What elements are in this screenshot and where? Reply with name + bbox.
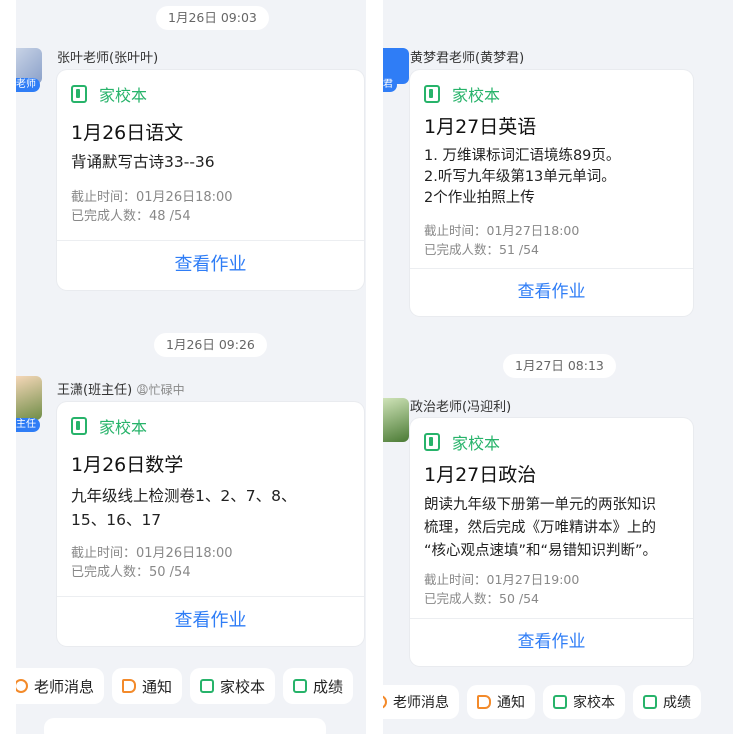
avatar[interactable]: 主任 bbox=[16, 376, 42, 432]
completed-count: 已完成人数：50 /54 bbox=[71, 565, 191, 580]
card-header: 家校本 bbox=[71, 414, 147, 438]
completed-count: 已完成人数：48 /54 bbox=[71, 209, 191, 224]
avatar[interactable]: 老师 bbox=[16, 48, 42, 92]
homework-body: 九年级线上检测卷1、2、7、8、 15、16、17 bbox=[71, 487, 297, 529]
avatar[interactable] bbox=[383, 398, 409, 442]
notice-icon bbox=[477, 695, 491, 709]
message-input[interactable] bbox=[44, 718, 326, 734]
homework-card[interactable]: 家校本 1月27日英语 1. 万维课标词汇语境练89页。 2.听写九年级第13单… bbox=[410, 70, 693, 316]
completed-count: 已完成人数：50 /54 bbox=[424, 591, 539, 606]
homework-book-icon bbox=[71, 417, 87, 435]
homework-body: 背诵默写古诗33--36 bbox=[71, 153, 215, 171]
deadline: 截止时间：01月26日18:00 bbox=[71, 190, 233, 205]
view-homework-button[interactable]: 查看作业 bbox=[57, 240, 364, 290]
deadline: 截止时间：01月26日18:00 bbox=[71, 546, 233, 561]
grade-icon bbox=[293, 679, 308, 693]
message-icon bbox=[16, 679, 28, 693]
busy-status: 😩忙碌中 bbox=[136, 383, 185, 397]
homework-button[interactable]: 家校本 bbox=[543, 685, 625, 719]
grade-button[interactable]: 成绩 bbox=[283, 668, 354, 704]
quick-toolbar: 老师消息 通知 家校本 成绩 bbox=[16, 668, 354, 704]
homework-title: 1月26日数学 bbox=[71, 454, 184, 476]
homework-card[interactable]: 家校本 1月26日数学 九年级线上检测卷1、2、7、8、 15、16、17 截止… bbox=[57, 402, 364, 646]
homework-title: 1月27日英语 bbox=[424, 116, 537, 138]
view-homework-button[interactable]: 查看作业 bbox=[410, 268, 693, 316]
grade-icon bbox=[643, 695, 657, 709]
sender-name: 张叶老师(张叶叶) bbox=[57, 51, 159, 66]
homework-icon bbox=[553, 695, 567, 709]
sender-name: 政治老师(冯迎利) bbox=[410, 400, 512, 415]
notice-icon bbox=[122, 679, 137, 693]
teacher-message-button[interactable]: 老师消息 bbox=[16, 668, 105, 704]
timestamp: 1月26日 09:03 bbox=[156, 6, 269, 30]
notice-button[interactable]: 通知 bbox=[112, 668, 183, 704]
grade-button[interactable]: 成绩 bbox=[633, 685, 701, 719]
right-screenshot: 君 黄梦君老师(黄梦君) 家校本 1月27日英语 1. 万维课标词汇语境练89页… bbox=[383, 0, 733, 734]
homework-book-icon bbox=[71, 85, 87, 103]
timestamp: 1月27日 08:13 bbox=[503, 354, 616, 378]
homework-meta: 截止时间：01月27日19:00 已完成人数：50 /54 bbox=[424, 570, 579, 608]
homework-card[interactable]: 家校本 1月26日语文 背诵默写古诗33--36 截止时间：01月26日18:0… bbox=[57, 70, 364, 290]
homework-body: 朗读九年级下册第一单元的两张知识 梳理，然后完成《万唯精讲本》上的 “核心观点速… bbox=[424, 497, 658, 559]
sender-name: 黄梦君老师(黄梦君) bbox=[410, 51, 525, 66]
card-header: 家校本 bbox=[71, 82, 147, 106]
avatar[interactable]: 君 bbox=[383, 48, 409, 92]
left-screenshot: 1月26日 09:03 老师 张叶老师(张叶叶) 家校本 1月26日语文 背诵默… bbox=[16, 0, 366, 734]
sender-name: 王潇(班主任) 😩忙碌中 bbox=[57, 383, 185, 398]
completed-count: 已完成人数：51 /54 bbox=[424, 242, 539, 257]
homework-meta: 截止时间：01月26日18:00 已完成人数：50 /54 bbox=[71, 544, 233, 582]
card-header: 家校本 bbox=[424, 82, 500, 106]
homework-book-icon bbox=[424, 433, 440, 451]
homework-meta: 截止时间：01月27日18:00 已完成人数：51 /54 bbox=[424, 221, 579, 259]
message-icon bbox=[383, 695, 387, 709]
homework-body: 1. 万维课标词汇语境练89页。 2.听写九年级第13单元单词。 2个作业拍照上… bbox=[424, 148, 621, 206]
card-header: 家校本 bbox=[424, 430, 500, 454]
homework-card[interactable]: 家校本 1月27日政治 朗读九年级下册第一单元的两张知识 梳理，然后完成《万唯精… bbox=[410, 418, 693, 666]
deadline: 截止时间：01月27日19:00 bbox=[424, 572, 580, 587]
homework-icon bbox=[200, 679, 215, 693]
homework-meta: 截止时间：01月26日18:00 已完成人数：48 /54 bbox=[71, 188, 233, 226]
deadline: 截止时间：01月27日18:00 bbox=[424, 223, 580, 238]
teacher-message-button[interactable]: 老师消息 bbox=[383, 685, 459, 719]
homework-title: 1月26日语文 bbox=[71, 122, 184, 144]
homework-title: 1月27日政治 bbox=[424, 464, 537, 486]
notice-button[interactable]: 通知 bbox=[467, 685, 535, 719]
quick-toolbar: 老师消息 通知 家校本 成绩 bbox=[383, 685, 701, 719]
homework-button[interactable]: 家校本 bbox=[190, 668, 276, 704]
homework-book-icon bbox=[424, 85, 440, 103]
timestamp: 1月26日 09:26 bbox=[154, 333, 267, 357]
view-homework-button[interactable]: 查看作业 bbox=[410, 618, 693, 666]
view-homework-button[interactable]: 查看作业 bbox=[57, 596, 364, 646]
